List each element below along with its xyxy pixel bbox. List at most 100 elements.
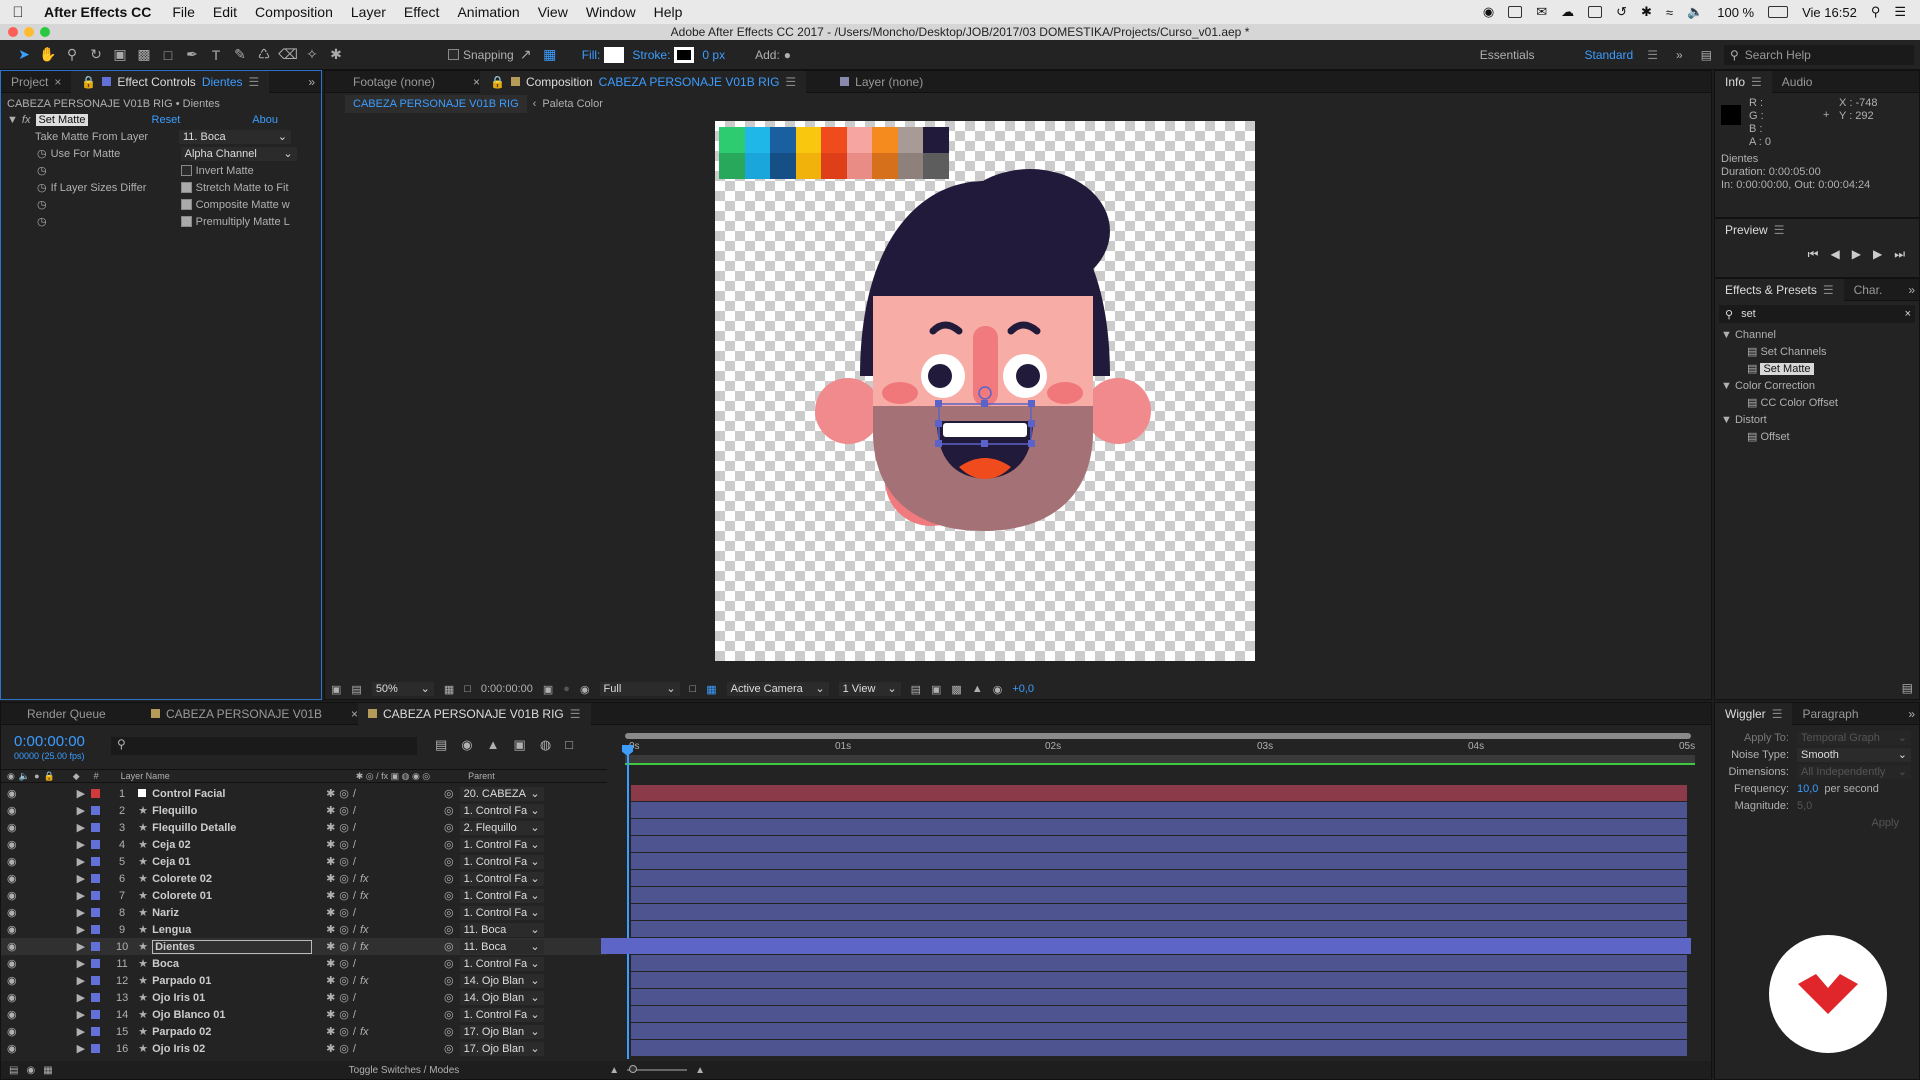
airplay-icon[interactable] (1588, 6, 1603, 18)
first-frame-icon[interactable]: ⏮ (1808, 247, 1819, 262)
zoom-tool-icon[interactable]: ⚲ (60, 44, 84, 66)
close-window-button[interactable] (8, 27, 18, 37)
transparency-grid-icon[interactable]: ▦ (706, 683, 716, 696)
tab-project[interactable]: Project × (1, 71, 71, 93)
tab-preview[interactable]: Preview ☰ (1715, 219, 1795, 241)
rotate-tool-icon[interactable]: ↻ (84, 44, 108, 66)
draft-3d-icon[interactable]: ◉ (461, 737, 472, 753)
exposure-value[interactable]: +0,0 (1012, 683, 1034, 695)
stroke-label[interactable]: Stroke: (632, 48, 670, 62)
toggle-pixel-aspect-icon[interactable]: ▤ (911, 683, 921, 696)
last-frame-icon[interactable]: ⏭ (1894, 247, 1905, 262)
battery-icon[interactable] (1768, 6, 1789, 18)
tab-paragraph[interactable]: Paragraph (1792, 703, 1868, 725)
notification-center-icon[interactable]: ☰ (1894, 4, 1906, 20)
wifi-icon[interactable]: ≈ (1666, 5, 1673, 20)
comp-crumb-active[interactable]: CABEZA PERSONAJE V01B RIG (345, 95, 527, 113)
layer-duration-bar[interactable] (631, 989, 1687, 1005)
camera-dropdown[interactable]: Active Camera ⌄ (726, 682, 829, 696)
effects-search-field[interactable]: ⚲ set × (1719, 305, 1915, 323)
tab-layer[interactable]: Layer (none) (830, 71, 933, 93)
panel-menu-icon[interactable]: ☰ (1823, 283, 1834, 297)
effect-name[interactable]: Set Matte (36, 113, 88, 126)
panel-menu-icon[interactable]: ☰ (1774, 223, 1785, 237)
volume-icon[interactable]: 🔈 (1687, 4, 1703, 20)
effect-item-set-matte[interactable]: ▤ Set Matte (1721, 361, 1919, 378)
use-for-matte-dropdown[interactable]: Alpha Channel ⌄ (180, 146, 297, 161)
timeline-icon[interactable]: ▩ (951, 683, 961, 696)
fill-label[interactable]: Fill: (582, 48, 601, 62)
apple-icon[interactable]:  (0, 4, 36, 21)
stopwatch-icon[interactable]: ◷ (37, 181, 47, 194)
menu-composition[interactable]: Composition (246, 4, 342, 20)
about-link[interactable]: Abou (252, 114, 278, 126)
composition-canvas[interactable] (715, 121, 1255, 661)
add-icon[interactable]: ● (784, 48, 791, 62)
timeline-search-field[interactable]: ⚲ (111, 737, 417, 755)
eraser-tool-icon[interactable]: ⌫ (276, 44, 300, 66)
magnification-dropdown[interactable]: 50% ⌄ (371, 682, 434, 696)
comp-crumb-next[interactable]: Paleta Color (542, 98, 603, 110)
resolution-dropdown[interactable]: Full ⌄ (599, 682, 680, 696)
menu-view[interactable]: View (529, 4, 577, 20)
stopwatch-icon[interactable]: ◷ (37, 164, 47, 177)
tab-composition[interactable]: 🔒 Composition CABEZA PERSONAJE V01B RIG … (480, 70, 807, 93)
expand-panels-icon[interactable]: » (1908, 283, 1915, 297)
group-channel[interactable]: ▼ Channel (1721, 327, 1919, 344)
layer-duration-bar[interactable] (631, 802, 1687, 818)
layer-duration-bar[interactable] (631, 972, 1687, 988)
clone-stamp-tool-icon[interactable]: ♺ (252, 44, 276, 66)
reset-link[interactable]: Reset (152, 114, 181, 126)
work-area-bar[interactable] (625, 733, 1691, 739)
layer-duration-bar[interactable] (631, 785, 1687, 801)
messages-icon[interactable]: ✉ (1536, 4, 1547, 20)
effect-expand-icon[interactable]: ▼ (7, 114, 18, 126)
close-icon[interactable]: × (473, 75, 480, 89)
transfer-controls-icon[interactable]: ◉ (26, 1065, 35, 1076)
panel-menu-icon[interactable]: ☰ (570, 707, 581, 721)
snap-options-icon[interactable]: ↗ (514, 44, 538, 66)
tab-render-queue[interactable]: Render Queue (1, 703, 141, 725)
timeline-timecode[interactable]: 0:00:00:00 (14, 733, 85, 750)
fill-swatch[interactable] (604, 46, 625, 63)
effect-item-offset[interactable]: ▤ Offset (1721, 429, 1919, 446)
group-color-correction[interactable]: ▼ Color Correction (1721, 378, 1919, 395)
layer-name-column-header[interactable]: Layer Name (121, 771, 170, 781)
effect-item-set-channels[interactable]: ▤ Set Channels (1721, 344, 1919, 361)
cloud-icon[interactable]: ☁ (1561, 4, 1574, 20)
fx-icon[interactable]: fx (22, 114, 31, 126)
minimize-window-button[interactable] (24, 27, 34, 37)
fast-preview-icon[interactable]: ▣ (931, 683, 941, 696)
stopwatch-icon[interactable]: ◷ (37, 198, 47, 211)
expand-panels-icon[interactable]: » (1908, 707, 1915, 721)
workspace-essentials[interactable]: Essentials (1480, 48, 1535, 62)
battery-percent[interactable]: 100 % (1717, 5, 1754, 20)
stretch-matte-checkbox[interactable] (180, 182, 192, 193)
mask-visibility-icon[interactable]: □ (464, 683, 471, 695)
layer-duration-bar[interactable] (631, 955, 1687, 971)
clear-search-icon[interactable]: × (1905, 308, 1911, 320)
tab-comp-cabeza[interactable]: CABEZA PERSONAJE V01B (141, 703, 351, 725)
in-out-icon[interactable]: ▦ (43, 1065, 52, 1076)
tab-effect-controls[interactable]: 🔒 Effect Controls Dientes ☰ (71, 70, 270, 93)
clock[interactable]: Vie 16:52 (1802, 5, 1857, 20)
layer-duration-bar[interactable] (631, 1040, 1687, 1056)
apply-to-dropdown[interactable]: Temporal Graph ⌄ (1797, 730, 1911, 745)
expand-panels-icon[interactable]: » (308, 75, 315, 89)
spotlight-search-icon[interactable]: ⚲ (1871, 4, 1881, 20)
shy-layers-icon[interactable]: ▲ (487, 737, 500, 753)
magnitude-value[interactable]: 5,0 (1797, 800, 1812, 812)
layer-duration-bar[interactable] (631, 1023, 1687, 1039)
stroke-width[interactable]: 0 px (702, 48, 725, 62)
zoom-window-button[interactable] (40, 27, 50, 37)
layer-duration-bar[interactable] (631, 870, 1687, 886)
hand-tool-icon[interactable]: ✋ (36, 44, 60, 66)
more-workspaces-icon[interactable]: » (1676, 48, 1683, 62)
stopwatch-icon[interactable]: ◷ (37, 215, 47, 228)
group-distort[interactable]: ▼ Distort (1721, 412, 1919, 429)
layer-duration-bar[interactable] (631, 904, 1687, 920)
menu-layer[interactable]: Layer (342, 4, 395, 20)
lock-icon[interactable]: 🔒 (81, 75, 96, 89)
rectangle-tool-icon[interactable]: □ (156, 44, 180, 66)
tab-effects-presets[interactable]: Effects & Presets ☰ (1715, 278, 1844, 301)
